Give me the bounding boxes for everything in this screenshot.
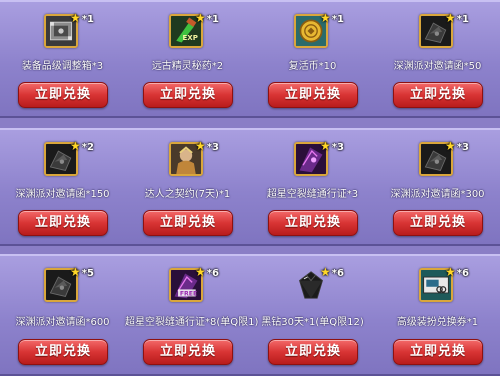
reward-item: ★*6 高级装扮兑换券*1 立即兑换	[375, 256, 500, 374]
reward-row-2: ★*2 深渊派对邀请函*150 立即兑换 ★*3 达人之契约(7天)*1 立即兑…	[0, 128, 500, 246]
reward-row-3: ★*5 深渊派对邀请函*600 立即兑换 FREE ★*6 超星空裂缝通行证*8…	[0, 254, 500, 376]
item-name: 达人之契约(7天)*1	[144, 189, 231, 200]
star-badge: ★*3	[445, 139, 469, 153]
reward-item: EXP ★*1 远古精灵秘药*2 立即兑换	[125, 2, 250, 120]
star-icon: ★	[320, 139, 331, 153]
star-badge: ★*6	[445, 265, 469, 279]
item-name: 复活币*10	[288, 61, 337, 72]
item-name: 超星空裂缝通行证*8(单Q限1)	[125, 317, 259, 328]
item-name: 深渊派对邀请函*150	[15, 189, 110, 200]
reward-item: ★*1 装备品级调整箱*3 立即兑换	[0, 2, 125, 120]
star-badge: ★*6	[195, 265, 219, 279]
reward-item: FREE ★*6 超星空裂缝通行证*8(单Q限1) 立即兑换	[125, 256, 259, 374]
reward-item: ★*3 达人之契约(7天)*1 立即兑换	[125, 130, 250, 248]
item-name: 高级装扮兑换券*1	[396, 317, 479, 328]
star-icon: ★	[445, 265, 456, 279]
item-name: 装备品级调整箱*3	[21, 61, 104, 72]
reward-item: ★*3 深渊派对邀请函*300 立即兑换	[375, 130, 500, 248]
item-name: 黑钻30天*1(单Q限12)	[261, 317, 364, 328]
reward-item: ★*6 黑钻30天*1(单Q限12) 立即兑换	[250, 256, 375, 374]
redeem-button[interactable]: 立即兑换	[268, 210, 358, 236]
star-badge: ★*1	[195, 11, 219, 25]
star-icon: ★	[320, 11, 331, 25]
star-badge: ★*3	[195, 139, 219, 153]
star-icon: ★	[195, 265, 206, 279]
item-name: 深渊派对邀请函*50	[393, 61, 482, 72]
redeem-button[interactable]: 立即兑换	[143, 82, 233, 108]
svg-text:EXP: EXP	[182, 33, 197, 42]
redeem-button[interactable]: 立即兑换	[268, 82, 358, 108]
star-icon: ★	[70, 11, 81, 25]
reward-item: ★*5 深渊派对邀请函*600 立即兑换	[0, 256, 125, 374]
star-badge: ★*2	[70, 139, 94, 153]
star-icon: ★	[445, 11, 456, 25]
svg-text:FREE: FREE	[180, 291, 197, 298]
star-icon: ★	[70, 265, 81, 279]
reward-item: ★*2 深渊派对邀请函*150 立即兑换	[0, 130, 125, 248]
item-name: 超星空裂缝通行证*3	[266, 189, 359, 200]
star-badge: ★*3	[320, 139, 344, 153]
redeem-button[interactable]: 立即兑换	[268, 339, 358, 365]
item-name: 远古精灵秘药*2	[151, 61, 224, 72]
star-icon: ★	[445, 139, 456, 153]
star-icon: ★	[195, 11, 206, 25]
item-name: 深渊派对邀请函*600	[15, 317, 110, 328]
redeem-button[interactable]: 立即兑换	[143, 339, 233, 365]
redeem-button[interactable]: 立即兑换	[18, 82, 108, 108]
redeem-button[interactable]: 立即兑换	[143, 210, 233, 236]
star-badge: ★*1	[445, 11, 469, 25]
star-icon: ★	[195, 139, 206, 153]
star-badge: ★*1	[320, 11, 344, 25]
star-badge: ★*6	[320, 265, 344, 279]
reward-item: ★*3 超星空裂缝通行证*3 立即兑换	[250, 130, 375, 248]
redeem-button[interactable]: 立即兑换	[18, 210, 108, 236]
star-icon: ★	[320, 265, 331, 279]
item-name: 深渊派对邀请函*300	[390, 189, 485, 200]
redeem-button[interactable]: 立即兑换	[393, 339, 483, 365]
redeem-button[interactable]: 立即兑换	[18, 339, 108, 365]
redeem-button[interactable]: 立即兑换	[393, 210, 483, 236]
reward-item: ★*1 深渊派对邀请函*50 立即兑换	[375, 2, 500, 120]
star-badge: ★*5	[70, 265, 94, 279]
redeem-button[interactable]: 立即兑换	[393, 82, 483, 108]
reward-item: ★*1 复活币*10 立即兑换	[250, 2, 375, 120]
reward-row-1: ★*1 装备品级调整箱*3 立即兑换 EXP ★*1 远古精灵秘药*2 立即兑换…	[0, 0, 500, 118]
star-icon: ★	[70, 139, 81, 153]
star-badge: ★*1	[70, 11, 94, 25]
